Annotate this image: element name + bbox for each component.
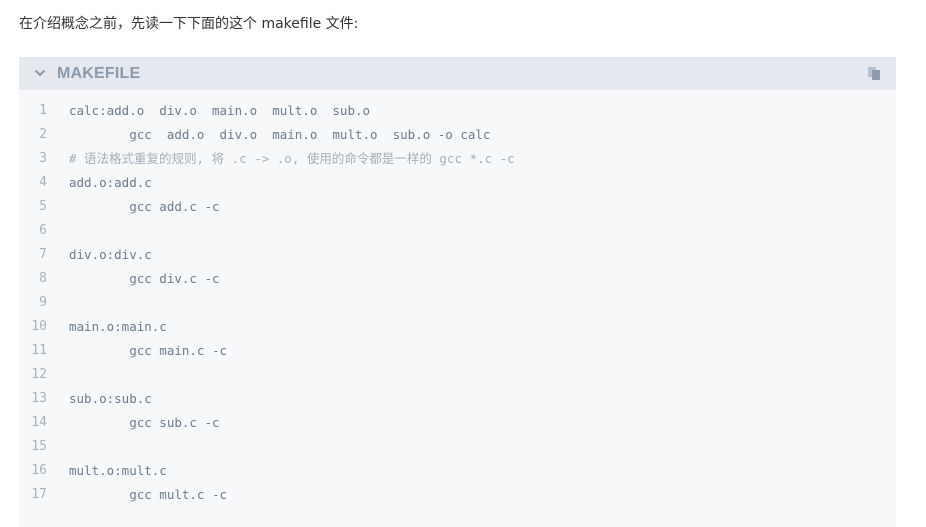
code-line: 7 div.o:div.c	[19, 243, 896, 267]
code-text: sub.o:sub.c	[69, 391, 152, 406]
chevron-down-icon[interactable]	[33, 65, 47, 81]
line-number: 13	[31, 391, 47, 406]
code-line: 13 sub.o:sub.c	[19, 387, 896, 411]
code-text: main.o:main.c	[69, 319, 167, 334]
line-number: 5	[39, 199, 47, 214]
line-number: 2	[39, 127, 47, 142]
code-line: 11 gcc main.c -c	[19, 339, 896, 363]
code-text: gcc main.c -c	[69, 343, 228, 358]
line-number: 16	[31, 463, 47, 478]
code-comment: # 语法格式重复的规则, 将 .c -> .o, 使用的命令都是一样的 gcc …	[69, 151, 515, 166]
code-body: 1 calc:add.o div.o main.o mult.o sub.o 2 g…	[19, 99, 896, 507]
line-number: 4	[39, 175, 47, 190]
code-language-label: MAKEFILE	[57, 65, 141, 82]
code-line: 3 # 语法格式重复的规则, 将 .c -> .o, 使用的命令都是一样的 gcc…	[19, 147, 896, 171]
line-number: 11	[31, 343, 47, 358]
code-line: 1 calc:add.o div.o main.o mult.o sub.o	[19, 99, 896, 123]
line-number: 10	[31, 319, 47, 334]
code-text: div.o:div.c	[69, 247, 152, 262]
line-number: 1	[39, 103, 47, 118]
code-line: 14 gcc sub.c -c	[19, 411, 896, 435]
code-line: 5 gcc add.c -c	[19, 195, 896, 219]
line-number: 7	[39, 247, 47, 262]
code-line: 12	[19, 363, 896, 387]
code-line: 2 gcc add.o div.o main.o mult.o sub.o -o…	[19, 123, 896, 147]
code-text: add.o:add.c	[69, 175, 152, 190]
code-text: mult.o:mult.c	[69, 463, 167, 478]
code-line: 4 add.o:add.c	[19, 171, 896, 195]
code-line: 10 main.o:main.c	[19, 315, 896, 339]
code-block-header[interactable]: MAKEFILE	[19, 57, 896, 90]
line-number: 3	[39, 151, 47, 166]
line-number: 8	[39, 271, 47, 286]
code-line: 15	[19, 435, 896, 459]
code-line: 6	[19, 219, 896, 243]
line-number: 9	[39, 295, 47, 310]
line-number: 12	[31, 367, 47, 382]
line-number: 14	[31, 415, 47, 430]
intro-paragraph: 在介绍概念之前，先读一下下面的这个 makefile 文件:	[19, 16, 359, 32]
code-line: 17 gcc mult.c -c	[19, 483, 896, 507]
line-number: 6	[39, 223, 47, 238]
code-text: gcc sub.c -c	[69, 415, 220, 430]
code-line: 16 mult.o:mult.c	[19, 459, 896, 483]
code-text: calc:add.o div.o main.o mult.o sub.o	[69, 103, 371, 118]
code-line: 9	[19, 291, 896, 315]
code-text: gcc add.c -c	[69, 199, 220, 214]
code-text: gcc div.c -c	[69, 271, 220, 286]
line-number: 15	[31, 439, 47, 454]
code-line: 8 gcc div.c -c	[19, 267, 896, 291]
code-block: MAKEFILE 1 calc:add.o div.o main.o mult.o…	[19, 57, 896, 527]
code-text: gcc add.o div.o main.o mult.o sub.o -o c…	[69, 127, 491, 142]
line-number: 17	[31, 487, 47, 502]
code-text: gcc mult.c -c	[69, 487, 228, 502]
copy-icon[interactable]	[866, 65, 882, 81]
